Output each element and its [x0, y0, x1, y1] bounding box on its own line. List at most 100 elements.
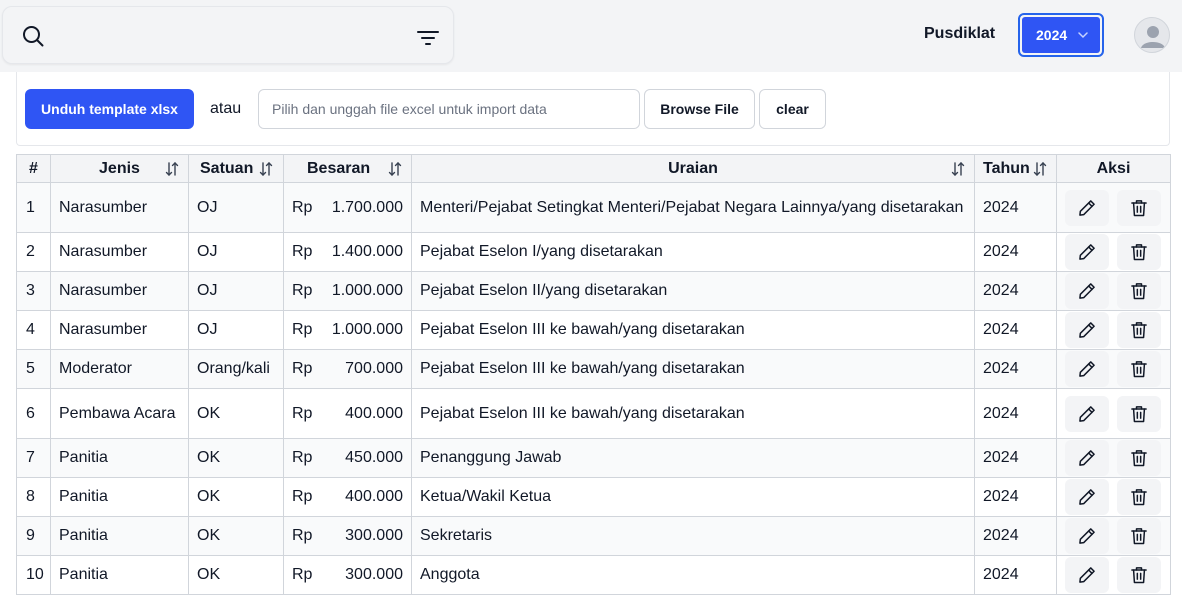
- delete-button[interactable]: [1117, 479, 1161, 515]
- file-upload-input[interactable]: Pilih dan unggah file excel untuk import…: [258, 89, 640, 129]
- sort-icon[interactable]: [258, 161, 274, 177]
- cell-uraian: Pejabat Eselon III ke bawah/yang disetar…: [411, 388, 975, 439]
- cell-tahun: 2024: [974, 438, 1057, 478]
- sort-icon[interactable]: [164, 161, 180, 177]
- currency-label: Rp: [292, 404, 313, 422]
- amount-value: 700.000: [345, 360, 403, 377]
- cell-jenis: Pembawa Acara: [50, 388, 189, 439]
- trash-icon: [1131, 361, 1147, 378]
- pencil-icon: [1079, 244, 1095, 260]
- delete-button[interactable]: [1117, 234, 1161, 270]
- edit-button[interactable]: [1065, 189, 1109, 226]
- edit-button[interactable]: [1065, 518, 1109, 554]
- edit-button[interactable]: [1065, 557, 1109, 593]
- cell-tahun: 2024: [974, 271, 1057, 311]
- cell-besaran: Rp 1.700.000: [283, 182, 412, 233]
- edit-button[interactable]: [1065, 440, 1109, 476]
- delete-button[interactable]: [1117, 518, 1161, 554]
- cell-jenis: Narasumber: [50, 182, 189, 233]
- currency-label: Rp: [292, 243, 313, 260]
- cell-jenis: Narasumber: [50, 310, 189, 350]
- cell-aksi: [1056, 271, 1171, 311]
- delete-button[interactable]: [1117, 440, 1161, 476]
- search-input[interactable]: [2, 6, 454, 64]
- or-label: atau: [210, 100, 242, 117]
- cell-no: 3: [16, 271, 51, 311]
- edit-button[interactable]: [1065, 351, 1109, 387]
- cell-satuan: OK: [188, 516, 284, 556]
- cell-aksi: [1056, 477, 1171, 517]
- column-header-no: #: [16, 154, 51, 183]
- cell-tahun: 2024: [974, 232, 1057, 272]
- cell-uraian: Pejabat Eselon II/yang disetarakan: [411, 271, 975, 311]
- column-header-uraian[interactable]: Uraian: [411, 154, 975, 183]
- cell-uraian: Penanggung Jawab: [411, 438, 975, 478]
- edit-button[interactable]: [1065, 312, 1109, 348]
- browse-file-button[interactable]: Browse File: [644, 89, 755, 129]
- cell-besaran: Rp 400.000: [283, 477, 412, 517]
- cell-uraian: Menteri/Pejabat Setingkat Menteri/Pejaba…: [411, 182, 975, 233]
- amount-value: 1.700.000: [331, 198, 403, 216]
- edit-button[interactable]: [1065, 273, 1109, 309]
- delete-button[interactable]: [1117, 395, 1161, 432]
- trash-icon: [1131, 322, 1147, 339]
- cell-tahun: 2024: [974, 349, 1057, 389]
- column-header-aksi: Aksi: [1056, 154, 1171, 183]
- cell-jenis: Narasumber: [50, 271, 189, 311]
- cell-besaran: Rp 300.000: [283, 516, 412, 556]
- chevron-down-icon: [1078, 32, 1088, 39]
- column-header-tahun[interactable]: Tahun: [974, 154, 1057, 183]
- pencil-icon: [1079, 405, 1095, 422]
- trash-icon: [1131, 405, 1147, 422]
- user-avatar-icon[interactable]: [1134, 17, 1170, 53]
- delete-button[interactable]: [1117, 273, 1161, 309]
- cell-besaran: Rp 700.000: [283, 349, 412, 389]
- cell-no: 5: [16, 349, 51, 389]
- cell-aksi: [1056, 388, 1171, 439]
- cell-jenis: Narasumber: [50, 232, 189, 272]
- column-header-jenis[interactable]: Jenis: [50, 154, 189, 183]
- cell-satuan: OK: [188, 388, 284, 439]
- amount-value: 1.000.000: [331, 321, 403, 338]
- amount-value: 450.000: [345, 449, 403, 466]
- amount-value: 400.000: [345, 488, 403, 505]
- cell-besaran: Rp 450.000: [283, 438, 412, 478]
- table-row: 7 Panitia OK Rp 450.000 Penanggung Jawab 2024: [16, 438, 1171, 478]
- cell-tahun: 2024: [974, 182, 1057, 233]
- table-row: 5 Moderator Orang/kali Rp 700.000 Pejabat Ese…: [16, 349, 1171, 389]
- sort-icon[interactable]: [1032, 161, 1048, 177]
- table-row: 4 Narasumber OJ Rp 1.000.000 Pejabat Eselon I…: [16, 310, 1171, 350]
- clear-button[interactable]: clear: [759, 89, 826, 129]
- search-icon[interactable]: [21, 24, 45, 48]
- table-header-row: # Jenis Satuan Besaran Uraian Tahun Aksi: [16, 154, 1171, 183]
- edit-button[interactable]: [1065, 234, 1109, 270]
- currency-label: Rp: [292, 527, 313, 544]
- column-header-besaran[interactable]: Besaran: [283, 154, 412, 183]
- delete-button[interactable]: [1117, 189, 1161, 226]
- cell-jenis: Moderator: [50, 349, 189, 389]
- delete-button[interactable]: [1117, 557, 1161, 593]
- delete-button[interactable]: [1117, 351, 1161, 387]
- cell-besaran: Rp 1.400.000: [283, 232, 412, 272]
- pencil-icon: [1079, 567, 1095, 583]
- cell-aksi: [1056, 310, 1171, 350]
- delete-button[interactable]: [1117, 312, 1161, 348]
- cell-satuan: Orang/kali: [188, 349, 284, 389]
- year-select[interactable]: 2024: [1018, 13, 1104, 57]
- currency-label: Rp: [292, 566, 313, 583]
- sort-icon[interactable]: [387, 161, 403, 177]
- column-header-satuan[interactable]: Satuan: [188, 154, 284, 183]
- cell-jenis: Panitia: [50, 477, 189, 517]
- edit-button[interactable]: [1065, 395, 1109, 432]
- cell-tahun: 2024: [974, 388, 1057, 439]
- download-template-button[interactable]: Unduh template xlsx: [25, 89, 194, 129]
- org-label: Pusdiklat: [924, 25, 996, 42]
- cell-aksi: [1056, 182, 1171, 233]
- cell-satuan: OK: [188, 477, 284, 517]
- year-select-value: 2024: [1036, 27, 1068, 43]
- trash-icon: [1131, 244, 1147, 261]
- filter-icon[interactable]: [416, 30, 440, 46]
- edit-button[interactable]: [1065, 479, 1109, 515]
- sort-icon[interactable]: [950, 161, 966, 177]
- cell-besaran: Rp 300.000: [283, 555, 412, 595]
